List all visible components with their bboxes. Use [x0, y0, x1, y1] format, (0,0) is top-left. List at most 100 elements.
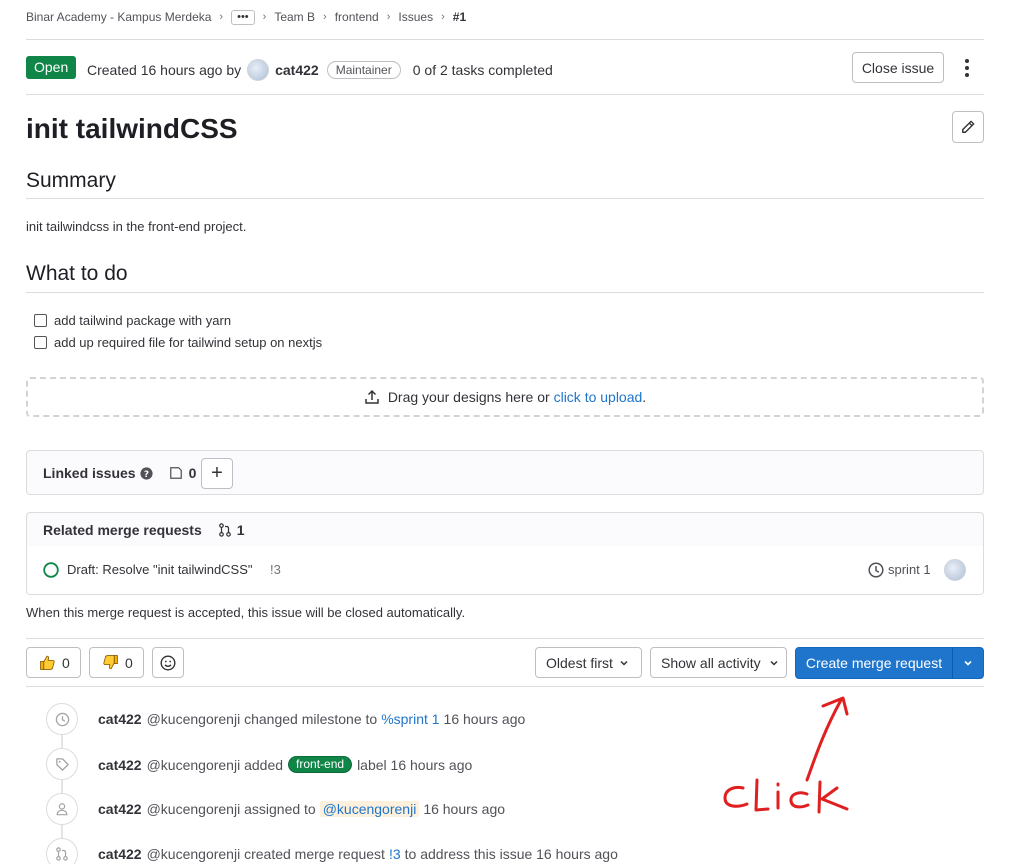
- activity-clock-icon: [46, 703, 78, 735]
- linked-issues-card: Linked issues ? 0 +: [26, 450, 984, 495]
- related-mrs-header: Related merge requests 1: [43, 522, 245, 538]
- upload-icon: [365, 389, 379, 404]
- annotation-overlay: [723, 696, 849, 814]
- activity-handle[interactable]: @kucengorenji: [147, 711, 241, 727]
- label-badge[interactable]: front-end: [288, 756, 353, 773]
- thumbs-down-icon: [103, 655, 118, 670]
- activity-time: 16 hours ago: [423, 801, 506, 817]
- activity-item: cat422 @kucengorenji changed milestone t…: [98, 711, 525, 727]
- create-merge-request-dropdown[interactable]: [952, 647, 984, 679]
- chevron-right-icon: ›: [323, 11, 327, 23]
- mr-ref[interactable]: !3: [270, 562, 281, 577]
- breadcrumb-group[interactable]: Binar Academy - Kampus Merdeka: [26, 10, 211, 24]
- clock-icon: [868, 562, 884, 578]
- tag-icon: [55, 757, 69, 771]
- activity-filter-dropdown[interactable]: Show all activity: [650, 647, 787, 678]
- breadcrumb-current[interactable]: #1: [453, 10, 466, 24]
- related-mr-item[interactable]: Draft: Resolve "init tailwindCSS" !3 spr…: [26, 546, 984, 595]
- create-merge-request-button[interactable]: Create merge request: [795, 647, 953, 679]
- thumbs-up-button[interactable]: 0: [26, 647, 81, 678]
- user-icon: [56, 803, 68, 816]
- merge-request-icon: [56, 847, 68, 861]
- close-issue-button[interactable]: Close issue: [852, 52, 944, 83]
- more-actions-icon[interactable]: [960, 58, 974, 78]
- divider: [26, 94, 984, 95]
- thumbs-up-icon: [40, 655, 55, 670]
- add-reaction-button[interactable]: [152, 647, 184, 678]
- breadcrumb: Binar Academy - Kampus Merdeka › ••• › T…: [26, 9, 466, 25]
- related-mrs-label: Related merge requests: [43, 522, 202, 538]
- activity-time: 16 hours ago: [443, 711, 526, 727]
- activity-handle[interactable]: @kucengorenji: [147, 757, 241, 773]
- activity-user-icon: [46, 793, 78, 825]
- activity-tag-icon: [46, 748, 78, 780]
- sort-dropdown[interactable]: Oldest first: [535, 647, 642, 678]
- milestone-link[interactable]: %sprint 1: [381, 711, 439, 727]
- thumbs-down-count: 0: [125, 654, 133, 671]
- design-dropzone[interactable]: Drag your designs here or click to uploa…: [26, 377, 984, 417]
- user-mention[interactable]: @kucengorenji: [319, 801, 420, 817]
- task-label: add up required file for tailwind setup …: [54, 335, 323, 350]
- chevron-right-icon: ›: [219, 11, 224, 23]
- question-icon[interactable]: ?: [140, 466, 153, 480]
- task-checkbox[interactable]: [34, 314, 47, 327]
- avatar[interactable]: [944, 559, 966, 581]
- task-checkbox[interactable]: [34, 336, 47, 349]
- issues-icon: [169, 467, 182, 479]
- activity-item: cat422 @kucengorenji assigned to @kuceng…: [98, 801, 505, 817]
- mr-title-link[interactable]: Draft: Resolve "init tailwindCSS": [67, 562, 253, 577]
- linked-issues-header: Linked issues ? 0: [43, 465, 196, 481]
- avatar[interactable]: [247, 59, 270, 81]
- mr-milestone[interactable]: sprint 1: [888, 562, 931, 577]
- thumbs-down-button[interactable]: 0: [89, 647, 144, 678]
- task-item[interactable]: add tailwind package with yarn: [34, 313, 231, 328]
- chevron-right-icon: ›: [386, 11, 391, 23]
- breadcrumb-issues[interactable]: Issues: [398, 10, 433, 24]
- merge-request-icon: [218, 523, 231, 537]
- related-mrs-card: Related merge requests 1: [26, 512, 984, 547]
- add-linked-issue-button[interactable]: +: [201, 458, 233, 489]
- thumbs-up-count: 0: [62, 654, 70, 671]
- divider: [26, 686, 984, 687]
- role-badge: Maintainer: [326, 61, 401, 79]
- smiley-icon: [160, 654, 176, 671]
- activity-action: changed milestone to: [244, 711, 378, 727]
- chevron-right-icon: ›: [262, 11, 267, 23]
- chevron-down-icon: [770, 660, 778, 666]
- divider: [26, 198, 984, 199]
- merge-request-link[interactable]: !3: [389, 846, 401, 862]
- activity-user[interactable]: cat422: [98, 801, 142, 817]
- activity-handle[interactable]: @kucengorenji: [147, 801, 241, 817]
- sort-dropdown-label: Oldest first: [546, 654, 613, 671]
- activity-time: label 16 hours ago: [357, 756, 473, 773]
- activity-user[interactable]: cat422: [98, 846, 142, 862]
- todo-heading: What to do: [26, 262, 128, 285]
- edit-title-button[interactable]: [952, 111, 984, 143]
- breadcrumb-more-button[interactable]: •••: [231, 9, 255, 25]
- summary-heading: Summary: [26, 169, 116, 192]
- mr-open-status-icon: [43, 562, 59, 578]
- author-link[interactable]: cat422: [275, 62, 319, 78]
- dropzone-period: .: [642, 389, 647, 405]
- activity-user[interactable]: cat422: [98, 757, 142, 773]
- created-text: Created 16 hours ago by: [87, 62, 242, 78]
- auto-close-note: When this merge request is accepted, thi…: [26, 605, 466, 620]
- chevron-down-icon: [964, 660, 972, 666]
- linked-issues-count: 0: [188, 465, 197, 481]
- upload-link[interactable]: click to upload: [554, 389, 643, 405]
- status-badge: Open: [26, 56, 77, 79]
- activity-handle[interactable]: @kucengorenji: [147, 846, 241, 862]
- activity-item: cat422 @kucengorenji created merge reque…: [98, 846, 618, 862]
- task-item[interactable]: add up required file for tailwind setup …: [34, 335, 322, 350]
- activity-user[interactable]: cat422: [98, 711, 142, 727]
- svg-text:?: ?: [144, 469, 149, 479]
- breadcrumb-project[interactable]: frontend: [335, 10, 379, 24]
- related-mrs-count: 1: [236, 522, 245, 538]
- task-label: add tailwind package with yarn: [54, 313, 232, 328]
- activity-filter-label: Show all activity: [661, 654, 761, 671]
- activity-item: cat422 @kucengorenji added front-end lab…: [98, 756, 472, 773]
- breadcrumb-team[interactable]: Team B: [274, 10, 315, 24]
- page-title: init tailwindCSS: [26, 113, 238, 144]
- activity-action: created merge request: [244, 846, 385, 862]
- chevron-right-icon: ›: [441, 11, 445, 23]
